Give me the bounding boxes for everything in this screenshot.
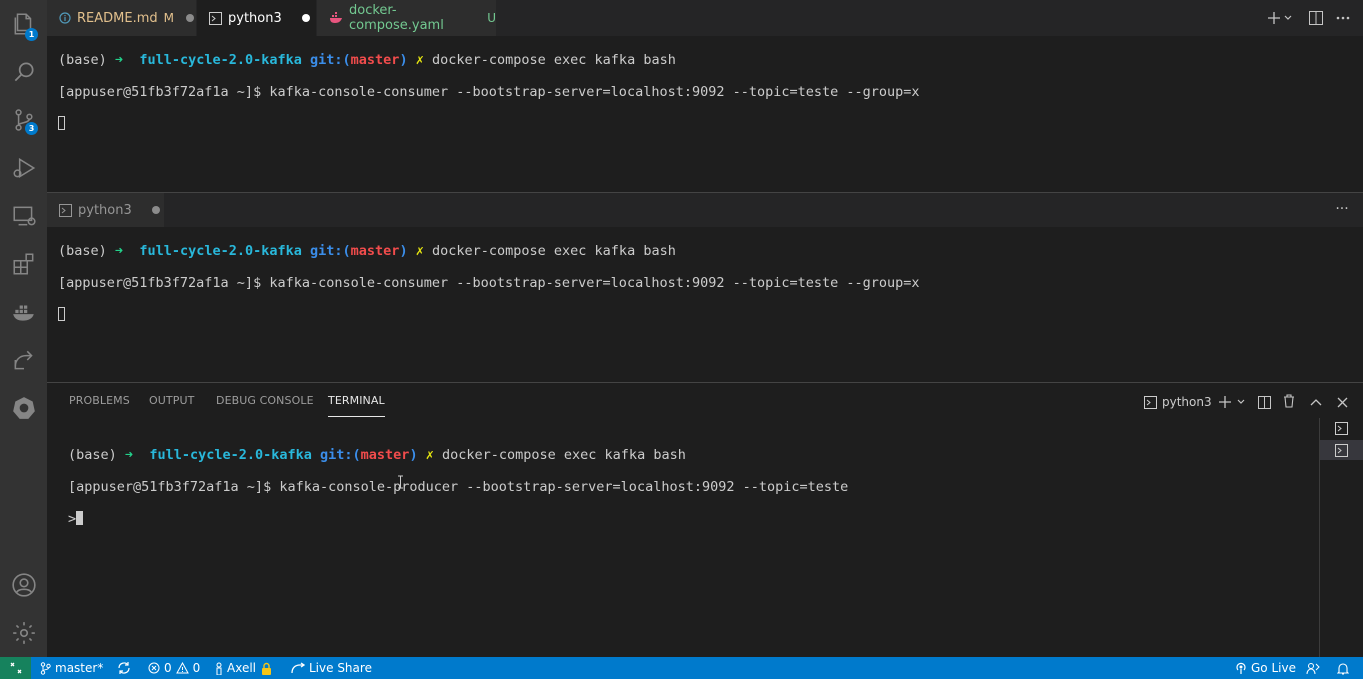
terminal-line: (base) ➜ full-cycle-2.0-kafka git:(maste… [58, 52, 676, 68]
error-count: 0 [164, 661, 172, 675]
terminal-selector[interactable]: python3 [1144, 393, 1212, 411]
dirty-dot-icon[interactable] [151, 206, 160, 214]
tab-debug-console[interactable]: DEBUG CONSOLE [216, 392, 314, 410]
trash-icon[interactable] [1281, 393, 1297, 409]
terminal-icon [1144, 395, 1157, 409]
remote-icon [10, 662, 21, 674]
tab-output[interactable]: OUTPUT [149, 392, 194, 410]
tab-label: python3 [228, 10, 282, 26]
tab-docker-compose[interactable]: docker-compose.yaml U [317, 0, 497, 36]
terminal-line: [appuser@51fb3f72af1a ~]$ kafka-console-… [58, 84, 920, 100]
tab-label: docker-compose.yaml [349, 3, 444, 33]
branch-indicator[interactable]: master* [40, 657, 103, 679]
add-terminal-button[interactable] [1214, 393, 1248, 411]
lock-icon [262, 662, 271, 675]
producer-prompt: > [68, 511, 77, 527]
problems-indicator[interactable]: 0 0 [148, 657, 200, 679]
status-bar: master* 0 0 Axell Live Share Go Live [0, 657, 1363, 679]
person-icon [216, 662, 222, 675]
terminal-line: [appuser@51fb3f72af1a ~]$ kafka-console-… [58, 275, 920, 291]
sync-icon[interactable] [117, 657, 131, 679]
terminal-line: (base) ➜ full-cycle-2.0-kafka git:(maste… [58, 243, 676, 259]
panel-border [47, 382, 1363, 383]
terminal-cursor [76, 511, 84, 525]
live-share-button[interactable]: Live Share [291, 657, 372, 679]
editor-group-2-header: python3 ··· [47, 193, 1363, 227]
tab-problems[interactable]: PROBLEMS [69, 392, 130, 410]
panel-terminal[interactable]: (base) ➜ full-cycle-2.0-kafka git:(maste… [68, 431, 848, 543]
extensions-icon[interactable] [0, 242, 47, 286]
editor-terminal-bottom[interactable]: (base) ➜ full-cycle-2.0-kafka git:(maste… [58, 227, 920, 339]
tab-python3[interactable]: python3 [197, 0, 317, 36]
run-debug-icon[interactable] [0, 146, 47, 190]
explorer-icon[interactable]: 1 [0, 2, 47, 46]
notifications-bell-icon[interactable] [1337, 657, 1349, 679]
terminal-list-item[interactable] [1320, 418, 1363, 438]
editor-tab-bar: README.md M python3 docker-compose.yaml … [47, 0, 1363, 36]
git-branch-icon [40, 661, 51, 675]
warning-icon [175, 662, 189, 674]
terminal-line: [appuser@51fb3f72af1a ~]$ kafka-console-… [68, 479, 849, 495]
user-name: Axell [227, 661, 256, 675]
explorer-badge: 1 [25, 28, 38, 41]
account-indicator[interactable]: Axell [215, 657, 273, 679]
feedback-icon[interactable] [1306, 657, 1320, 679]
source-control-icon[interactable]: 3 [0, 98, 47, 142]
go-live-button[interactable]: Go Live [1235, 657, 1296, 679]
text-cursor-icon [397, 474, 404, 493]
go-live-label: Go Live [1251, 661, 1296, 675]
search-icon[interactable] [0, 50, 47, 94]
dirty-dot-icon[interactable] [301, 14, 310, 22]
error-icon [148, 662, 160, 674]
editor-terminal-top[interactable]: (base) ➜ full-cycle-2.0-kafka git:(maste… [58, 36, 920, 148]
terminal-list-item-active[interactable] [1320, 440, 1363, 460]
tab-python3-group2[interactable]: python3 [47, 193, 165, 227]
terminal-cursor [58, 116, 65, 130]
terminal-icon [1335, 443, 1348, 457]
kubernetes-icon[interactable] [0, 386, 47, 430]
more-actions-icon[interactable] [1333, 10, 1353, 26]
broadcast-icon [1236, 662, 1246, 674]
maximize-panel-icon[interactable] [1308, 394, 1324, 410]
terminal-name: python3 [1162, 395, 1212, 409]
docker-icon[interactable] [0, 290, 47, 334]
dirty-dot-icon[interactable] [186, 14, 194, 22]
more-actions-icon[interactable]: ··· [1331, 201, 1353, 217]
split-editor-icon[interactable] [1307, 10, 1325, 26]
branch-name: master* [55, 661, 104, 675]
terminal-icon [1335, 421, 1348, 435]
remote-explorer-icon[interactable] [0, 194, 47, 238]
split-terminal-icon[interactable] [1256, 394, 1272, 410]
live-share-icon[interactable] [0, 338, 47, 382]
untracked-mark: U [487, 11, 496, 25]
tab-label: README.md [77, 10, 158, 26]
close-panel-icon[interactable] [1334, 394, 1350, 410]
activity-bar: 1 3 [0, 0, 47, 657]
tab-readme[interactable]: README.md M [47, 0, 197, 36]
warning-count: 0 [192, 661, 201, 675]
live-share-label: Live Share [309, 661, 372, 675]
terminal-icon [59, 203, 72, 217]
terminal-cursor [58, 307, 65, 321]
terminal-line: (base) ➜ full-cycle-2.0-kafka git:(maste… [68, 447, 686, 463]
tab-terminal[interactable]: TERMINAL [328, 392, 385, 417]
remote-indicator[interactable] [0, 657, 31, 679]
modified-mark: M [163, 11, 174, 25]
docker-icon [329, 12, 343, 24]
tab-label: python3 [78, 202, 132, 218]
live-share-icon [291, 662, 305, 674]
info-icon [59, 12, 71, 24]
terminal-icon [209, 11, 222, 25]
new-terminal-button[interactable] [1265, 9, 1295, 27]
settings-gear-icon[interactable] [0, 611, 47, 655]
source-control-badge: 3 [25, 122, 38, 135]
account-icon[interactable] [0, 563, 47, 607]
